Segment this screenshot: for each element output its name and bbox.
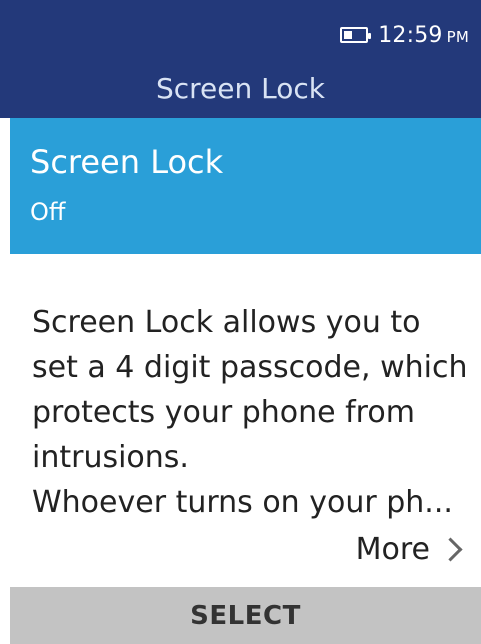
battery-icon (340, 27, 372, 43)
softkey-select-button[interactable]: SELECT (10, 587, 481, 644)
chevron-right-icon (438, 537, 463, 562)
list-item-value: Off (30, 198, 66, 226)
description-line: intrusions. (32, 440, 189, 475)
more-label: More (355, 532, 430, 567)
battery-level (344, 31, 353, 39)
description-line: Screen Lock allows you to (32, 305, 421, 340)
status-time: 12:59 PM (378, 23, 469, 48)
description-line: protects your phone from (32, 395, 415, 430)
page-title: Screen Lock (155, 72, 325, 105)
status-bar: 12:59 PM (340, 18, 469, 52)
header-bar: 12:59 PM Screen Lock (0, 0, 481, 118)
softkey-center-label: SELECT (190, 600, 301, 631)
list-item-screen-lock[interactable]: Screen Lock Off (10, 118, 481, 254)
description-line: set a 4 digit passcode, which (32, 350, 468, 385)
description-line: Whoever turns on your ph... (32, 485, 453, 520)
list-item-label: Screen Lock (30, 143, 224, 181)
time-ampm: PM (446, 27, 469, 46)
more-link[interactable]: More (356, 532, 465, 567)
time-text: 12:59 (378, 22, 443, 48)
description-text: Screen Lock allows you to set a 4 digit … (32, 300, 472, 525)
